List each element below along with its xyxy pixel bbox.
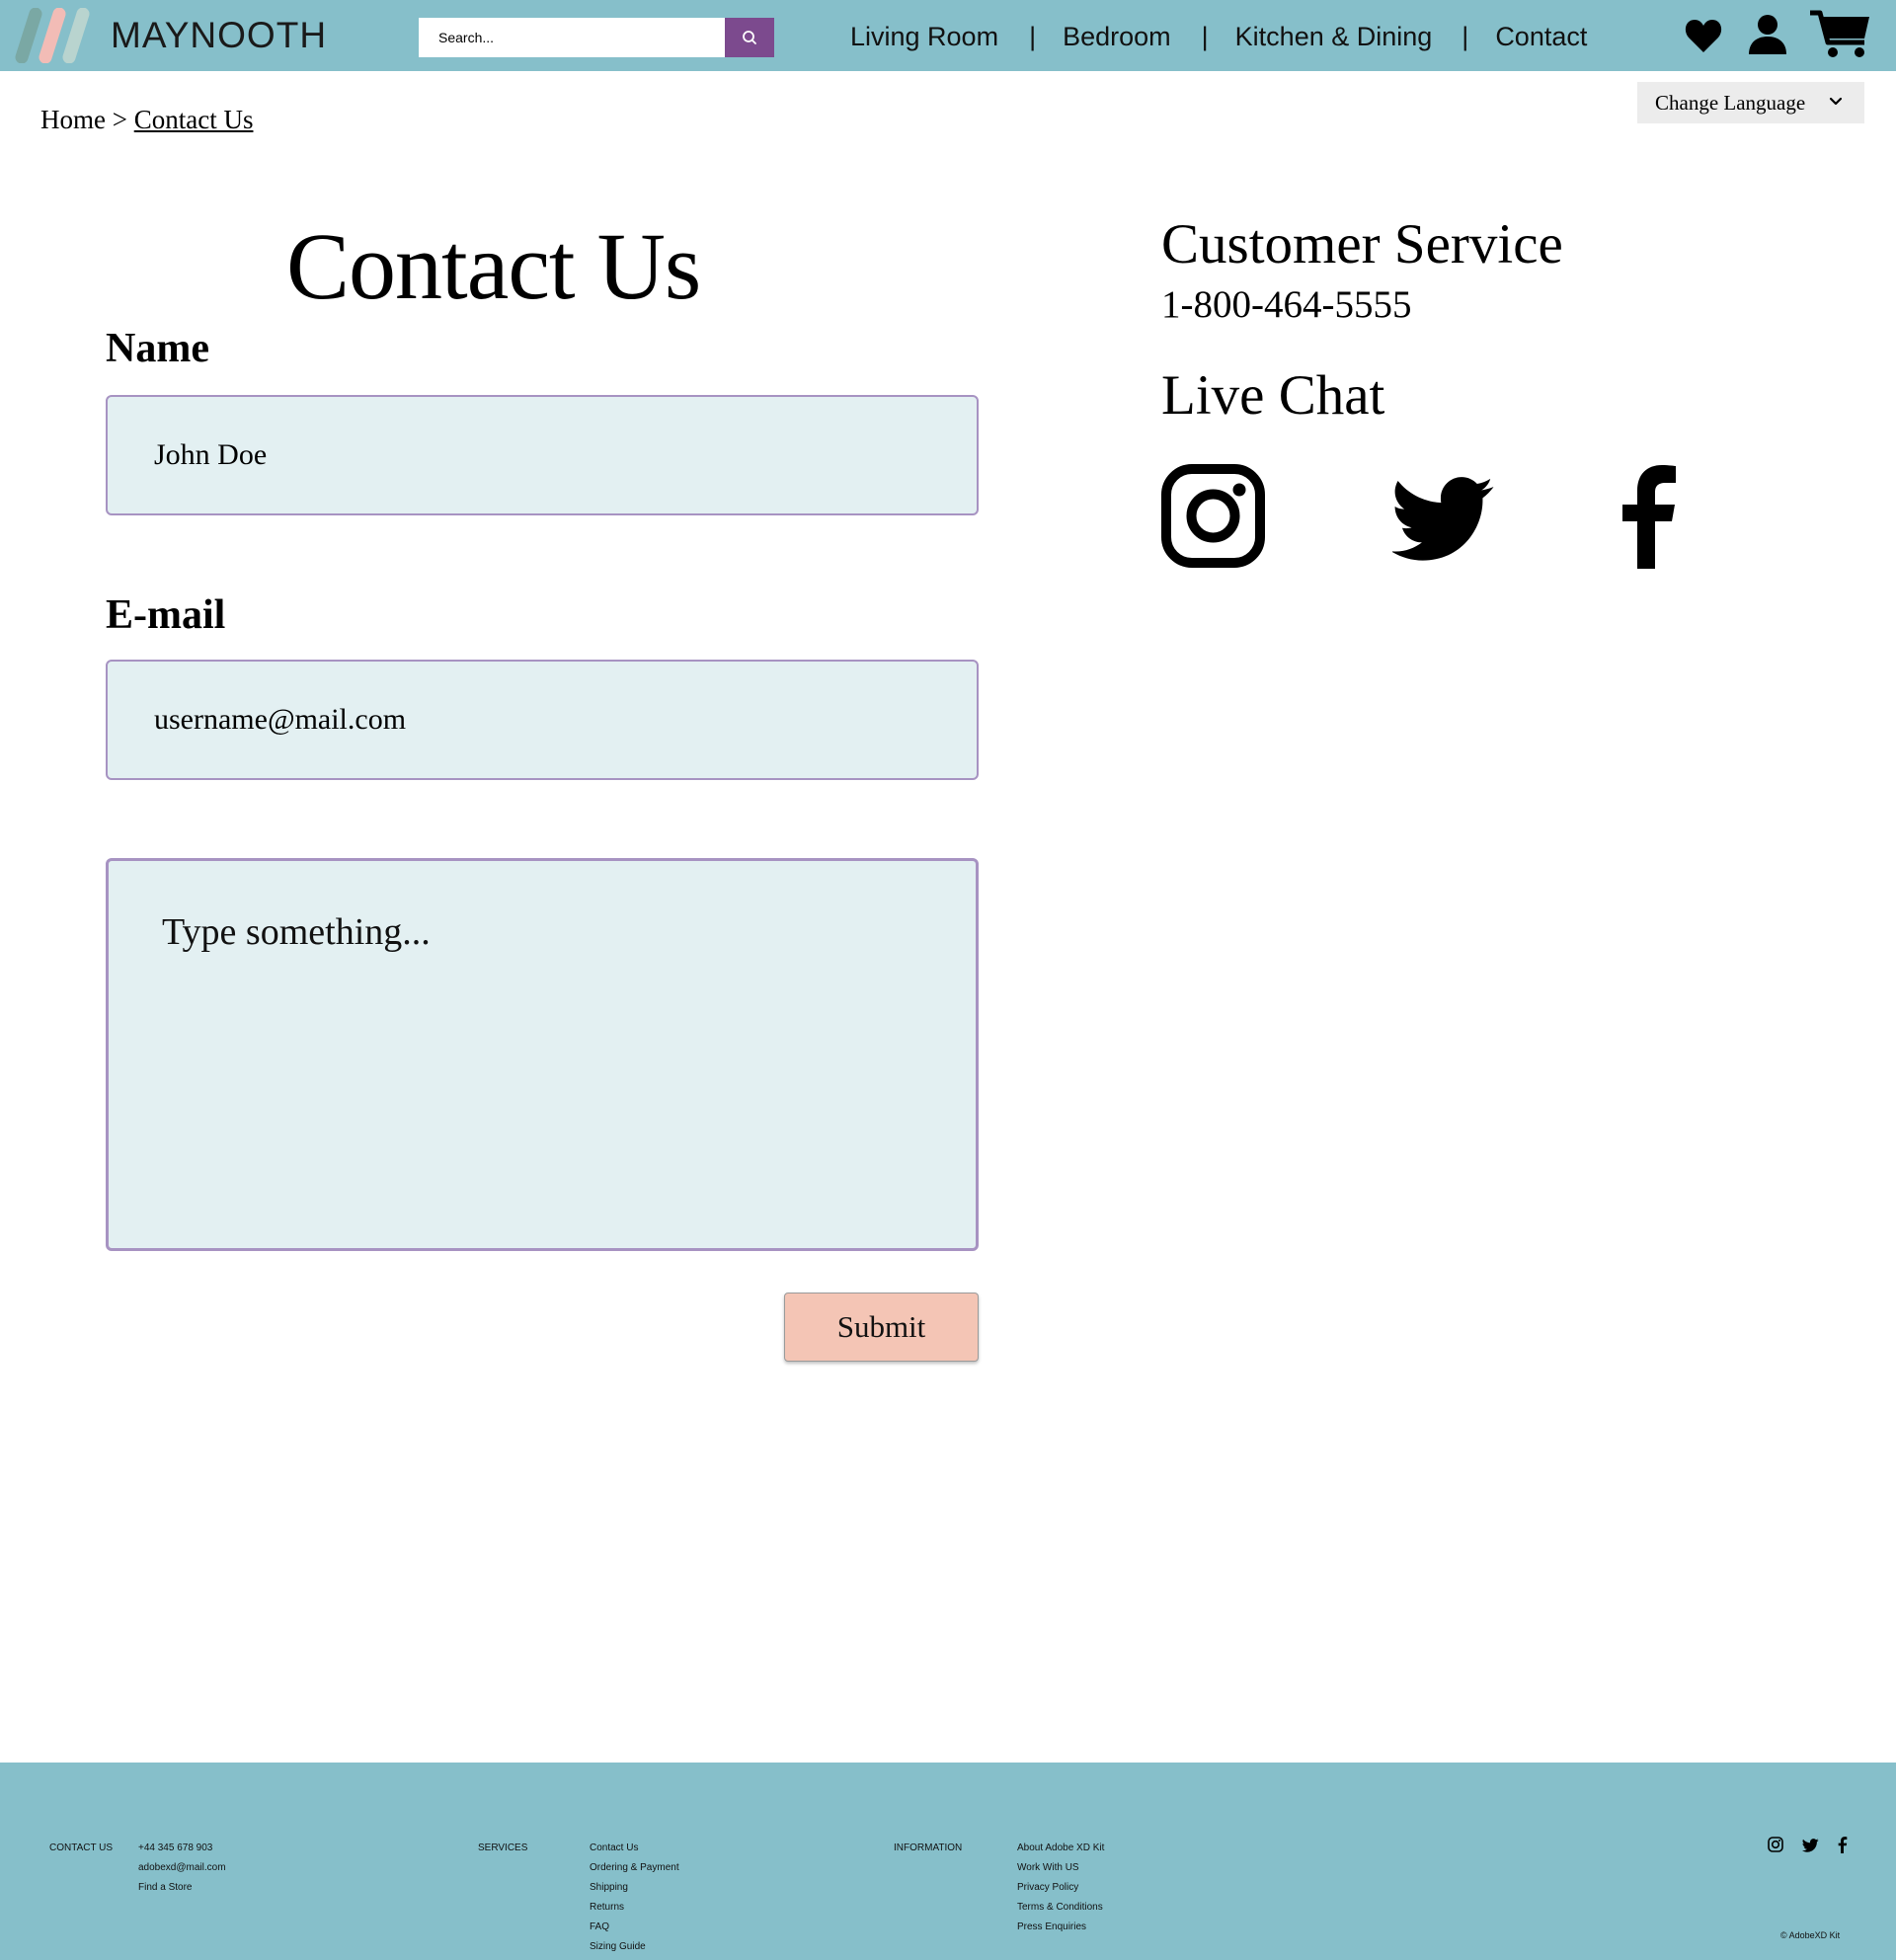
- footer-contact-heading: CONTACT US: [49, 1842, 114, 1853]
- logo[interactable]: [14, 7, 103, 64]
- breadcrumb: Home > Contact Us: [40, 103, 253, 136]
- facebook-icon[interactable]: [1838, 1837, 1848, 1853]
- chevron-down-icon: [1829, 97, 1843, 106]
- copyright: © AdobeXD Kit: [1780, 1930, 1841, 1940]
- footer-link[interactable]: About Adobe XD Kit: [1017, 1839, 1104, 1858]
- breadcrumb-separator: >: [112, 105, 127, 134]
- page-title: Contact Us: [286, 213, 701, 319]
- footer-information-heading: INFORMATION: [894, 1842, 963, 1853]
- cart-icon[interactable]: [1810, 10, 1871, 59]
- footer-email[interactable]: adobexd@mail.com: [138, 1858, 226, 1878]
- breadcrumb-current[interactable]: Contact Us: [134, 105, 254, 134]
- footer-link[interactable]: Sizing Guide: [590, 1937, 679, 1957]
- footer-link[interactable]: Press Enquiries: [1017, 1918, 1104, 1937]
- footer-link[interactable]: Terms & Conditions: [1017, 1898, 1104, 1918]
- facebook-icon[interactable]: [1620, 464, 1679, 569]
- twitter-icon[interactable]: [1392, 476, 1495, 563]
- footer-phone[interactable]: +44 345 678 903: [138, 1839, 226, 1858]
- name-label: Name: [106, 326, 209, 371]
- customer-service-title: Customer Service: [1161, 213, 1563, 275]
- name-field[interactable]: [106, 395, 979, 515]
- footer-contact-list: +44 345 678 903 adobexd@mail.com Find a …: [138, 1839, 226, 1898]
- customer-service-phone[interactable]: 1-800-464-5555: [1161, 281, 1411, 329]
- email-field[interactable]: [106, 660, 979, 780]
- twitter-icon[interactable]: [1802, 1839, 1819, 1852]
- search-button[interactable]: [725, 18, 774, 57]
- breadcrumb-home[interactable]: Home: [40, 105, 106, 134]
- footer-link[interactable]: Work With US: [1017, 1858, 1104, 1878]
- message-textarea[interactable]: [106, 858, 979, 1251]
- footer-link[interactable]: Shipping: [590, 1878, 679, 1898]
- nav-contact[interactable]: Contact: [1495, 20, 1587, 53]
- nav-living-room[interactable]: Living Room: [850, 20, 998, 53]
- brand-name: MAYNOOTH: [111, 15, 328, 55]
- search-input[interactable]: [419, 18, 725, 57]
- footer-link[interactable]: Contact Us: [590, 1839, 679, 1858]
- nav-kitchen-dining[interactable]: Kitchen & Dining: [1235, 20, 1433, 53]
- nav-separator: |: [1029, 22, 1037, 51]
- user-icon[interactable]: [1748, 14, 1787, 55]
- site-header: MAYNOOTH Living Room | Bedroom | Kitchen…: [0, 0, 1896, 71]
- footer-link[interactable]: Ordering & Payment: [590, 1858, 679, 1878]
- footer-link[interactable]: Privacy Policy: [1017, 1878, 1104, 1898]
- submit-button[interactable]: Submit: [784, 1293, 979, 1362]
- main-nav: Living Room | Bedroom | Kitchen & Dining…: [850, 20, 1587, 53]
- footer-link[interactable]: FAQ: [590, 1918, 679, 1937]
- search-icon: [743, 31, 756, 44]
- footer-services-heading: SERVICES: [478, 1842, 528, 1853]
- footer-find-store[interactable]: Find a Store: [138, 1878, 226, 1898]
- instagram-icon[interactable]: [1161, 464, 1265, 568]
- footer-information-list: About Adobe XD Kit Work With US Privacy …: [1017, 1839, 1104, 1937]
- site-footer: CONTACT US +44 345 678 903 adobexd@mail.…: [0, 1763, 1896, 1960]
- heart-icon[interactable]: [1685, 18, 1722, 53]
- language-label: Change Language: [1655, 90, 1806, 115]
- live-chat-link[interactable]: Live Chat: [1161, 362, 1384, 430]
- instagram-icon[interactable]: [1768, 1837, 1783, 1852]
- footer-link[interactable]: Returns: [590, 1898, 679, 1918]
- nav-separator: |: [1201, 22, 1209, 51]
- footer-services-list: Contact Us Ordering & Payment Shipping R…: [590, 1839, 679, 1957]
- email-label: E-mail: [106, 592, 226, 638]
- nav-bedroom[interactable]: Bedroom: [1063, 20, 1171, 53]
- nav-separator: |: [1462, 22, 1469, 51]
- language-dropdown[interactable]: Change Language: [1637, 82, 1864, 123]
